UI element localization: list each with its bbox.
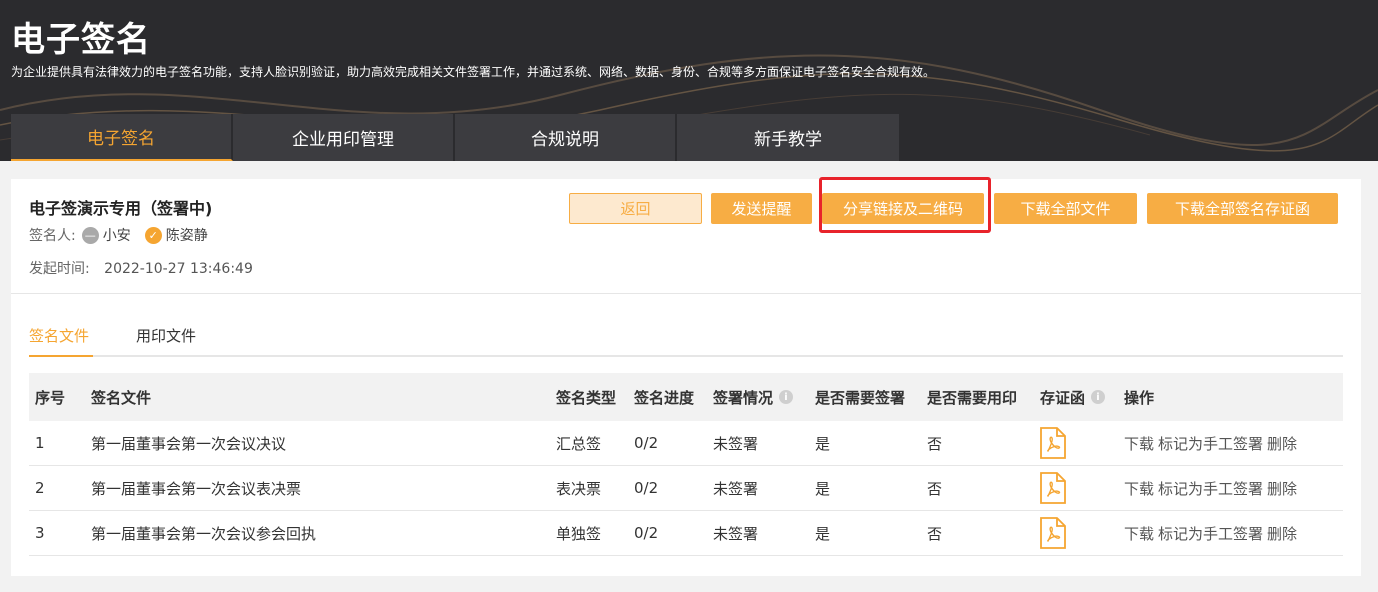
send-reminder-button[interactable]: 发送提醒 bbox=[711, 193, 812, 224]
signers-row: 签名人: — 小安 ✓ 陈姿静 bbox=[29, 225, 208, 245]
download-link[interactable]: 下载 bbox=[1124, 523, 1154, 544]
col-status: 签署情况 i bbox=[713, 373, 794, 421]
back-button[interactable]: 返回 bbox=[569, 193, 702, 224]
subtab-seal-files[interactable]: 用印文件 bbox=[136, 325, 196, 357]
col-cert: 存证函 i bbox=[1040, 373, 1106, 421]
row-progress: 0/2 bbox=[634, 434, 659, 452]
signer-name: 陈姿静 bbox=[165, 228, 208, 244]
table-row: 2 第一届董事会第一次会议表决票 表决票 0/2 未签署 是 否 下载 标记为手… bbox=[29, 466, 1343, 511]
col-need-seal: 是否需要用印 bbox=[927, 388, 1018, 407]
delete-link[interactable]: 删除 bbox=[1267, 478, 1297, 499]
download-all-certificates-button[interactable]: 下载全部签名存证函 bbox=[1147, 193, 1338, 224]
signer-chenzijing: ✓ 陈姿静 bbox=[144, 225, 208, 245]
row-need-sign: 是 bbox=[815, 434, 831, 453]
divider bbox=[11, 293, 1361, 294]
tab-tutorial[interactable]: 新手教学 bbox=[677, 114, 899, 161]
col-status-label: 签署情况 bbox=[713, 388, 774, 407]
main-tabs: 电子签名 企业用印管理 合规说明 新手教学 bbox=[11, 114, 899, 161]
table-row: 3 第一届董事会第一次会议参会回执 单独签 0/2 未签署 是 否 下载 标记为… bbox=[29, 511, 1343, 556]
download-link[interactable]: 下载 bbox=[1124, 433, 1154, 454]
tab-compliance[interactable]: 合规说明 bbox=[455, 114, 677, 161]
start-time-label: 发起时间: bbox=[29, 261, 90, 277]
row-index: 2 bbox=[35, 479, 45, 497]
minus-circle-icon: — bbox=[81, 226, 99, 244]
document-title: 电子签演示专用（签署中) bbox=[29, 199, 213, 218]
check-circle-icon: ✓ bbox=[144, 226, 162, 244]
row-actions: 下载 标记为手工签署 删除 bbox=[1124, 421, 1297, 465]
tab-e-signature[interactable]: 电子签名 bbox=[11, 114, 233, 161]
row-need-seal: 否 bbox=[927, 479, 943, 498]
info-icon[interactable]: i bbox=[779, 390, 794, 404]
table-row: 1 第一届董事会第一次会议决议 汇总签 0/2 未签署 是 否 下载 标记为手工… bbox=[29, 421, 1343, 466]
page-description: 为企业提供具有法律效力的电子签名功能，支持人脸识别验证，助力高效完成相关文件签署… bbox=[11, 65, 936, 79]
document-card: 电子签演示专用（签署中) 签名人: — 小安 ✓ 陈姿静 发起时间: 2022-… bbox=[11, 179, 1361, 576]
page-title: 电子签名 bbox=[11, 20, 151, 60]
row-need-seal: 否 bbox=[927, 434, 943, 453]
pdf-icon[interactable] bbox=[1039, 421, 1066, 465]
subtab-signature-files[interactable]: 签名文件 bbox=[29, 325, 93, 357]
row-type: 汇总签 bbox=[556, 434, 602, 453]
start-time-value: 2022-10-27 13:46:49 bbox=[104, 261, 253, 277]
start-time-row: 发起时间: 2022-10-27 13:46:49 bbox=[29, 258, 253, 278]
signer-name: 小安 bbox=[102, 228, 131, 244]
row-status: 未签署 bbox=[713, 479, 759, 498]
row-index: 3 bbox=[35, 524, 45, 542]
signer-xiaoan: — 小安 bbox=[81, 225, 131, 245]
col-file: 签名文件 bbox=[91, 388, 152, 407]
delete-link[interactable]: 删除 bbox=[1267, 523, 1297, 544]
signer-label: 签名人: bbox=[29, 228, 76, 244]
mark-manual-sign-link[interactable]: 标记为手工签署 bbox=[1158, 433, 1263, 454]
col-ops: 操作 bbox=[1124, 388, 1155, 407]
row-need-sign: 是 bbox=[815, 479, 831, 498]
col-need-sign: 是否需要签署 bbox=[815, 388, 906, 407]
row-file-name[interactable]: 第一届董事会第一次会议决议 bbox=[91, 421, 286, 465]
mark-manual-sign-link[interactable]: 标记为手工签署 bbox=[1158, 523, 1263, 544]
row-type: 单独签 bbox=[556, 524, 602, 543]
row-actions: 下载 标记为手工签署 删除 bbox=[1124, 511, 1297, 555]
share-link-qr-button[interactable]: 分享链接及二维码 bbox=[822, 193, 984, 224]
info-icon[interactable]: i bbox=[1091, 390, 1106, 404]
pdf-file-icon bbox=[1040, 517, 1066, 549]
row-file-name[interactable]: 第一届董事会第一次会议表决票 bbox=[91, 466, 301, 510]
col-cert-label: 存证函 bbox=[1040, 388, 1086, 407]
mark-manual-sign-link[interactable]: 标记为手工签署 bbox=[1158, 478, 1263, 499]
table-header: 序号 签名文件 签名类型 签名进度 签署情况 i 是否需要签署 是否需要用印 存… bbox=[29, 373, 1343, 421]
row-file-name[interactable]: 第一届董事会第一次会议参会回执 bbox=[91, 511, 316, 555]
tab-seal-management[interactable]: 企业用印管理 bbox=[233, 114, 455, 161]
row-actions: 下载 标记为手工签署 删除 bbox=[1124, 466, 1297, 510]
col-type: 签名类型 bbox=[556, 388, 617, 407]
row-progress: 0/2 bbox=[634, 479, 659, 497]
row-progress: 0/2 bbox=[634, 524, 659, 542]
pdf-file-icon bbox=[1040, 472, 1066, 504]
file-subtabs: 签名文件 用印文件 bbox=[29, 323, 1343, 357]
row-need-sign: 是 bbox=[815, 524, 831, 543]
row-need-seal: 否 bbox=[927, 524, 943, 543]
row-type: 表决票 bbox=[556, 479, 602, 498]
delete-link[interactable]: 删除 bbox=[1267, 433, 1297, 454]
col-progress: 签名进度 bbox=[634, 388, 695, 407]
pdf-icon[interactable] bbox=[1039, 511, 1066, 555]
pdf-icon[interactable] bbox=[1039, 466, 1066, 510]
download-link[interactable]: 下载 bbox=[1124, 478, 1154, 499]
files-table: 序号 签名文件 签名类型 签名进度 签署情况 i 是否需要签署 是否需要用印 存… bbox=[29, 373, 1343, 556]
download-all-files-button[interactable]: 下载全部文件 bbox=[994, 193, 1137, 224]
row-status: 未签署 bbox=[713, 524, 759, 543]
pdf-file-icon bbox=[1040, 427, 1066, 459]
row-status: 未签署 bbox=[713, 434, 759, 453]
col-index: 序号 bbox=[35, 388, 66, 407]
row-index: 1 bbox=[35, 434, 45, 452]
